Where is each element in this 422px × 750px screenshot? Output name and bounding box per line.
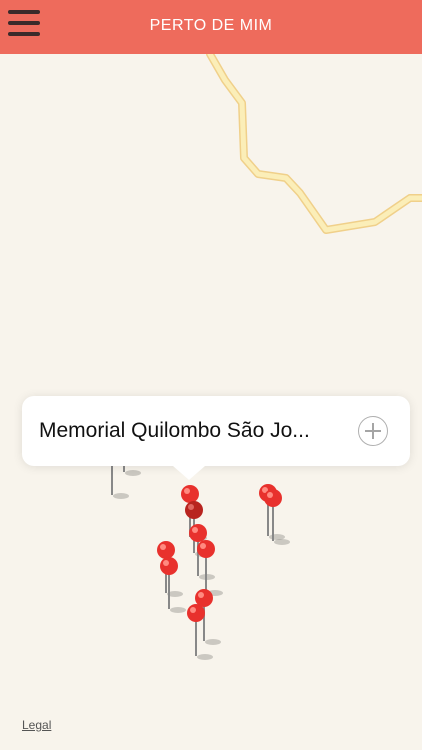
- place-callout[interactable]: Memorial Quilombo São Jo...: [22, 396, 410, 466]
- map-pin-icon[interactable]: [185, 601, 215, 661]
- hamburger-menu-icon: [8, 10, 40, 14]
- place-name: Memorial Quilombo São Jo...: [39, 419, 310, 442]
- legal-link[interactable]: Legal: [22, 718, 51, 732]
- page-title: PERTO DE MIM: [149, 17, 273, 34]
- map-pin-icon[interactable]: [262, 486, 292, 546]
- add-place-button[interactable]: [358, 416, 388, 446]
- callout-pointer: [173, 466, 205, 480]
- app-header: PERTO DE MIM: [0, 0, 422, 54]
- map-pin-icon[interactable]: [158, 554, 188, 614]
